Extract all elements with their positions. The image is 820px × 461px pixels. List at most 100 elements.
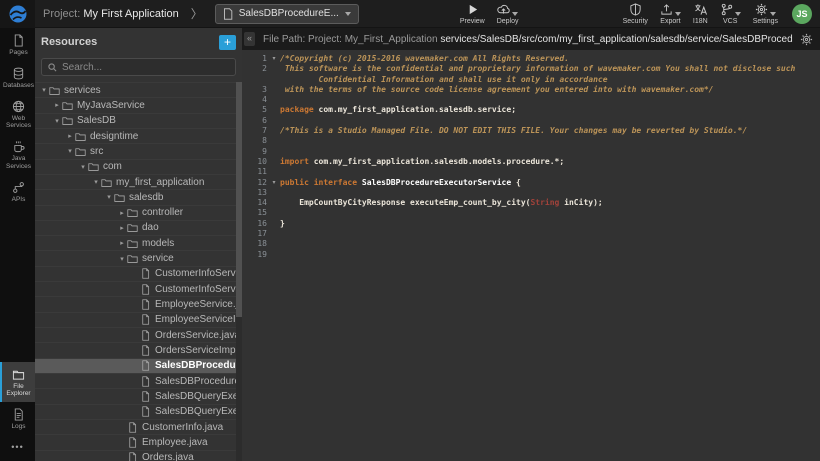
fold-spacer <box>270 64 278 74</box>
tree-expand-arrow[interactable]: ▾ <box>104 193 114 201</box>
code-line: 13 <box>242 188 820 198</box>
deploy-button[interactable]: Deploy <box>491 0 525 28</box>
tree-item[interactable]: CustomerInfoServiceImpl.java <box>35 281 242 296</box>
translate-icon <box>694 3 707 16</box>
top-bar: Project: My First Application 〉 SalesDBP… <box>0 0 820 28</box>
tree-item[interactable]: EmployeeService.java <box>35 296 242 311</box>
project-breadcrumb: Project: My First Application <box>43 8 179 20</box>
tree-expand-arrow[interactable]: ▾ <box>91 178 101 186</box>
tree-item[interactable]: ▸MyJavaService <box>35 97 242 112</box>
file-tree: ▾services▸MyJavaService▾SalesDB▸designti… <box>35 82 242 461</box>
topbar-right-actions: Security Export I18N <box>617 0 820 28</box>
i18n-button[interactable]: I18N <box>687 0 714 28</box>
tree-item[interactable]: ▸dao <box>35 220 242 235</box>
code-line: 17 <box>242 229 820 239</box>
resources-panel: Resources + ▾services▸MyJavaService▾Sale… <box>35 28 242 461</box>
chevron-down-icon[interactable] <box>675 12 681 16</box>
tree-item[interactable]: EmployeeServiceImpl.java <box>35 312 242 327</box>
editor-settings-button[interactable] <box>800 33 813 46</box>
tree-expand-arrow[interactable]: ▸ <box>117 239 127 247</box>
rail-item-apis[interactable]: APIs <box>0 175 35 208</box>
user-avatar[interactable]: JS <box>792 4 812 24</box>
code-line: 1▾/*Copyright (c) 2015-2016 wavemaker.co… <box>242 54 820 64</box>
file-icon <box>140 330 151 341</box>
fold-spacer <box>270 198 278 208</box>
fold-arrow-icon[interactable]: ▾ <box>270 178 278 188</box>
tree-expand-arrow[interactable]: ▾ <box>65 147 75 155</box>
tree-item-label: CustomerInfoServiceImpl.java <box>155 284 242 295</box>
code-line: 19 <box>242 250 820 260</box>
file-icon <box>140 376 151 387</box>
tree-item[interactable]: Orders.java <box>35 450 242 461</box>
code-line: 7/*This is a Studio Managed File. DO NOT… <box>242 126 820 136</box>
add-resource-button[interactable]: + <box>219 35 236 50</box>
tree-item[interactable]: ▾service <box>35 250 242 265</box>
settings-button[interactable]: Settings <box>747 0 784 28</box>
tree-item[interactable]: ▾SalesDB <box>35 113 242 128</box>
rail-item-file-explorer[interactable]: File Explorer <box>0 362 35 403</box>
code-line: Confidential Information and shall use i… <box>242 75 820 85</box>
tree-item[interactable]: ▾services <box>35 82 242 97</box>
fold-spacer <box>270 219 278 229</box>
tree-item[interactable]: ▾salesdb <box>35 189 242 204</box>
tree-item[interactable]: ▸models <box>35 235 242 250</box>
project-name: My First Application <box>83 8 178 20</box>
tree-item[interactable]: ▸controller <box>35 205 242 220</box>
tree-item[interactable]: SalesDBProcedureExecutorServiceImpl.java <box>35 373 242 388</box>
tree-expand-arrow[interactable]: ▾ <box>117 255 127 263</box>
tree-item[interactable]: CustomerInfo.java <box>35 419 242 434</box>
tree-expand-arrow[interactable]: ▾ <box>78 163 88 171</box>
code-line: 16} <box>242 219 820 229</box>
tree-item[interactable]: ▾ src <box>35 143 242 158</box>
tree-item[interactable]: SalesDBQueryExecutorService.java <box>35 388 242 403</box>
code-line: 3 with the terms of the source code lice… <box>242 85 820 95</box>
tree-item[interactable]: ▾com <box>35 159 242 174</box>
chevron-down-icon[interactable] <box>512 12 518 16</box>
tree-expand-arrow[interactable]: ▸ <box>117 209 127 217</box>
search-input[interactable] <box>62 62 229 73</box>
tree-item[interactable]: CustomerInfoService.java <box>35 266 242 281</box>
chevron-down-icon[interactable] <box>735 12 741 16</box>
vcs-button[interactable]: VCS <box>714 0 747 28</box>
file-path-text: File Path: Project: My_First_Application… <box>263 34 793 45</box>
rail-item-logs[interactable]: Logs <box>0 402 35 435</box>
tree-expand-arrow[interactable]: ▸ <box>117 224 127 232</box>
fold-arrow-icon[interactable]: ▾ <box>270 54 278 64</box>
export-button[interactable]: Export <box>654 0 687 28</box>
search-field[interactable] <box>41 58 236 76</box>
folder-icon <box>127 207 138 218</box>
wavemaker-logo[interactable] <box>0 0 35 28</box>
open-file-tab[interactable]: SalesDBProcedureE... <box>215 4 359 24</box>
tree-expand-arrow[interactable]: ▾ <box>52 117 62 125</box>
rail-item-java-services[interactable]: Java Services <box>0 134 35 175</box>
tree-item[interactable]: ▾my_first_application <box>35 174 242 189</box>
tree-item[interactable]: OrdersService.java <box>35 327 242 342</box>
tree-item[interactable]: ▸designtime <box>35 128 242 143</box>
tree-item[interactable]: SalesDBQueryExecutorServiceImpl.java <box>35 404 242 419</box>
code-editor[interactable]: 1▾/*Copyright (c) 2015-2016 wavemaker.co… <box>242 50 820 260</box>
rail-item-pages[interactable]: Pages <box>0 28 35 61</box>
rail-item-databases[interactable]: Databases <box>0 61 35 94</box>
chevron-down-icon[interactable] <box>770 12 776 16</box>
fold-spacer <box>270 85 278 95</box>
gear-icon <box>755 3 768 16</box>
tree-expand-arrow[interactable]: ▸ <box>65 132 75 140</box>
tree-scrollbar-thumb[interactable] <box>236 82 242 317</box>
tree-item[interactable]: Employee.java <box>35 434 242 449</box>
security-button[interactable]: Security <box>617 0 654 28</box>
rail-item-web-services[interactable]: Web Services <box>0 94 35 135</box>
chevron-down-icon[interactable] <box>345 12 351 16</box>
security-label: Security <box>623 18 648 25</box>
tree-expand-arrow[interactable]: ▸ <box>52 101 62 109</box>
coffee-icon <box>12 140 25 153</box>
preview-button[interactable]: Preview <box>454 0 491 28</box>
tree-item-label: src <box>90 146 103 157</box>
code-text: EmpCountByCityResponse executeEmp_count_… <box>278 198 603 208</box>
rail-more-button[interactable]: ••• <box>0 435 35 461</box>
collapse-panel-button[interactable]: « <box>244 32 255 46</box>
line-number: 6 <box>242 116 270 126</box>
tree-item[interactable]: OrdersServiceImpl.java <box>35 342 242 357</box>
tree-expand-arrow[interactable]: ▾ <box>39 86 49 94</box>
fold-spacer <box>270 167 278 177</box>
tree-item[interactable]: SalesDBProcedureExecutorService.java <box>35 358 242 373</box>
